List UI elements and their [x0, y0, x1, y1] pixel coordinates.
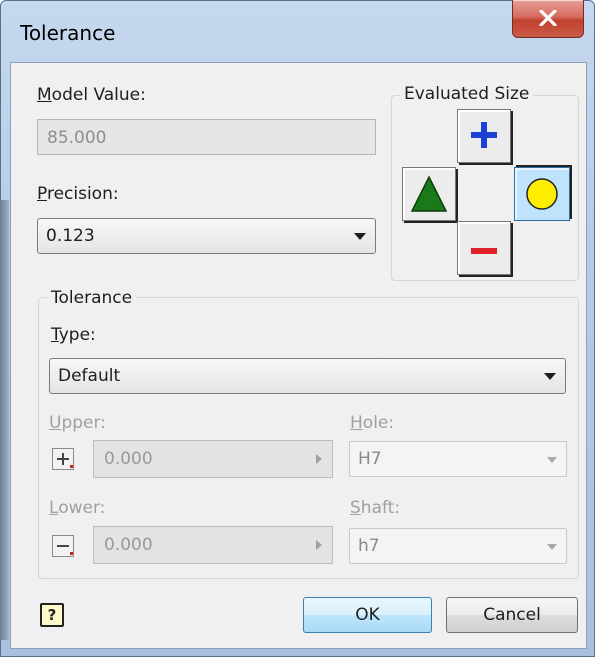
model-value-label: Model Value:: [37, 85, 146, 105]
chevron-right-icon[interactable]: [316, 454, 322, 464]
type-label: Type:: [51, 325, 96, 345]
chevron-down-icon: [354, 233, 366, 240]
model-value-field[interactable]: 85.000: [37, 119, 376, 155]
window-edge: [0, 200, 9, 640]
precision-value: 0.123: [46, 226, 95, 246]
chevron-down-icon: [547, 544, 557, 550]
upper-sign-button[interactable]: [52, 448, 74, 470]
close-icon: [539, 10, 557, 26]
upper-label: Upper:: [49, 413, 106, 433]
hole-dropdown[interactable]: H7: [349, 441, 567, 477]
type-dropdown[interactable]: Default: [49, 358, 566, 394]
window-title: Tolerance: [20, 21, 116, 45]
precision-label: Precision:: [37, 184, 119, 204]
chevron-down-icon: [544, 373, 556, 380]
shaft-label: Shaft:: [350, 498, 401, 518]
title-bar[interactable]: Tolerance: [0, 0, 595, 62]
minus-icon: [471, 248, 497, 254]
lower-value: 0.000: [104, 535, 153, 555]
hole-label: Hole:: [350, 413, 395, 433]
ok-button[interactable]: OK: [303, 597, 432, 633]
upper-value: 0.000: [104, 449, 153, 469]
shaft-dropdown[interactable]: h7: [349, 528, 567, 564]
type-value: Default: [58, 366, 121, 386]
chevron-right-icon[interactable]: [316, 540, 322, 550]
cancel-button[interactable]: Cancel: [446, 597, 578, 633]
plus-icon: [57, 453, 73, 468]
evaluated-size-label: Evaluated Size: [400, 84, 534, 104]
tolerance-group-label: Tolerance: [47, 288, 137, 308]
chevron-down-icon: [547, 457, 557, 463]
minus-icon: [57, 545, 73, 555]
lower-size-button[interactable]: [457, 221, 511, 275]
hole-value: H7: [358, 449, 382, 469]
plus-icon: [471, 122, 497, 148]
help-button[interactable]: ?: [40, 603, 64, 627]
lower-value-field[interactable]: 0.000: [93, 526, 333, 564]
precision-dropdown[interactable]: 0.123: [37, 218, 376, 254]
upper-size-button[interactable]: [457, 109, 511, 163]
mean-size-button[interactable]: [514, 167, 570, 221]
min-size-button[interactable]: [402, 167, 456, 221]
circle-icon: [526, 178, 558, 210]
close-button[interactable]: [512, 0, 584, 38]
shaft-value: h7: [358, 536, 380, 556]
lower-sign-button[interactable]: [52, 535, 74, 557]
upper-value-field[interactable]: 0.000: [93, 440, 333, 478]
triangle-icon: [410, 175, 448, 212]
lower-label: Lower:: [49, 498, 106, 518]
